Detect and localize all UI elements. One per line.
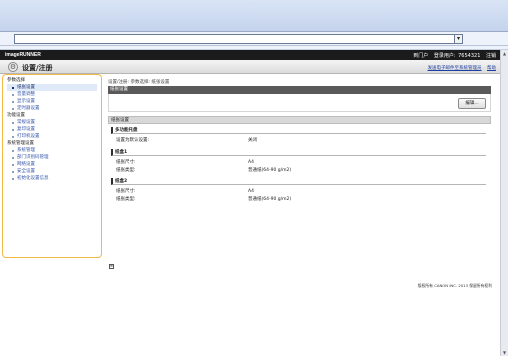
vertical-scrollbar[interactable]: ▲ ▼ (500, 50, 508, 356)
help-link[interactable]: 帮助 (487, 66, 496, 71)
sidebar-group-function[interactable]: 功能设置 (7, 112, 97, 119)
title-bar: ⚙ 设置/注册 发送电子邮件至系统管理员 帮助 (0, 60, 500, 74)
drawer1-heading: 纸盒1 (111, 149, 486, 156)
breadcrumb: 设置/注册: 参数选择: 纸张设置 (108, 80, 170, 85)
sidebar-item-copy[interactable]: 复印设置 (7, 126, 97, 133)
sidebar-item-display[interactable]: 显示设置 (7, 98, 97, 105)
top-links: 发送电子邮件至系统管理员 帮助 (424, 65, 496, 71)
kv-value: A4 (248, 189, 254, 194)
sidebar-item-volume[interactable]: 音量调整 (7, 91, 97, 98)
section-header: 纸张设置 (108, 86, 491, 94)
sidebar: 参数选择 纸张设置 音量调整 显示设置 定时器设置 功能设置 常规设置 复印设置… (2, 74, 102, 258)
sidebar-item-department-id[interactable]: 部门识别码管理 (7, 154, 97, 161)
sidebar-item-network[interactable]: 网络设置 (7, 161, 97, 168)
kv-row: 纸张类型: 普通纸(64-90 g/m2) (108, 168, 488, 174)
scroll-up-icon[interactable]: ▲ (501, 50, 508, 57)
kv-value: A4 (248, 160, 254, 165)
app-header: imageRUNNER 到门户 登录用户: 7654321 注销 (0, 50, 500, 60)
login-user: 7654321 (458, 53, 481, 59)
sidebar-item-printer[interactable]: 打印机设置 (7, 133, 97, 140)
sidebar-item-timer[interactable]: 定时器设置 (7, 105, 97, 112)
page-viewport: imageRUNNER 到门户 登录用户: 7654321 注销 ⚙ 设置/注册… (0, 50, 500, 356)
kv-value: 关闭 (248, 138, 257, 143)
sidebar-item-paper-settings[interactable]: 纸张设置 (7, 84, 97, 91)
scroll-down-icon[interactable]: ▼ (501, 349, 508, 356)
kv-value: 普通纸(64-90 g/m2) (248, 168, 292, 173)
sidebar-item-common[interactable]: 常规设置 (7, 119, 97, 126)
kv-key: 纸张尺寸: (116, 189, 136, 194)
kv-key: 纸张类型: (116, 168, 136, 173)
edit-button[interactable]: 编辑... (458, 98, 486, 109)
drawer2-heading: 纸盒2 (111, 178, 486, 185)
browser-title-area (0, 0, 508, 32)
sidebar-item-system-manage[interactable]: 系统管理 (7, 147, 97, 154)
page-title: 设置/注册 (22, 64, 53, 72)
sidebar-item-security[interactable]: 安全设置 (7, 168, 97, 175)
sidebar-group-system[interactable]: 系统管理设置 (7, 140, 97, 147)
subsection-header: 纸张设置 (108, 116, 491, 124)
list-icon[interactable]: ≡ (109, 264, 114, 269)
portal-link[interactable]: 到门户 (413, 53, 428, 59)
logout-link[interactable]: 注销 (486, 53, 496, 59)
kv-key: 设置为默认设置: (116, 138, 150, 143)
address-dropdown-button[interactable]: ▾ (454, 34, 463, 44)
kv-key: 纸张尺寸: (116, 160, 136, 165)
kv-row: 纸张尺寸: A4 (108, 160, 488, 166)
gear-icon: ⚙ (8, 62, 18, 72)
sidebar-group-preferences[interactable]: 参数选择 (7, 77, 97, 84)
email-admin-link[interactable]: 发送电子邮件至系统管理员 (428, 66, 482, 71)
kv-key: 纸张类型: (116, 197, 136, 202)
address-bar-area: ▾ (0, 32, 508, 46)
kv-row: 纸张尺寸: A4 (108, 189, 488, 195)
sidebar-item-init-settings[interactable]: 初始化设置信息 (7, 175, 97, 182)
address-input[interactable] (14, 34, 462, 44)
kv-row: 纸张类型: 普通纸(64-90 g/m2) (108, 197, 488, 203)
login-label: 登录用户: (433, 53, 456, 59)
kv-row: 设置为默认设置: 关闭 (108, 138, 488, 144)
brand-logo: imageRUNNER (5, 52, 41, 58)
kv-value: 普通纸(64-90 g/m2) (248, 197, 292, 202)
edit-area: 编辑... (108, 94, 491, 112)
user-info: 到门户 登录用户: 7654321 注销 (409, 52, 496, 59)
multipurpose-tray-heading: 多功能托盘 (111, 127, 486, 134)
copyright: 版权所有 CANON INC. 2013 保留所有权利 (417, 283, 492, 288)
